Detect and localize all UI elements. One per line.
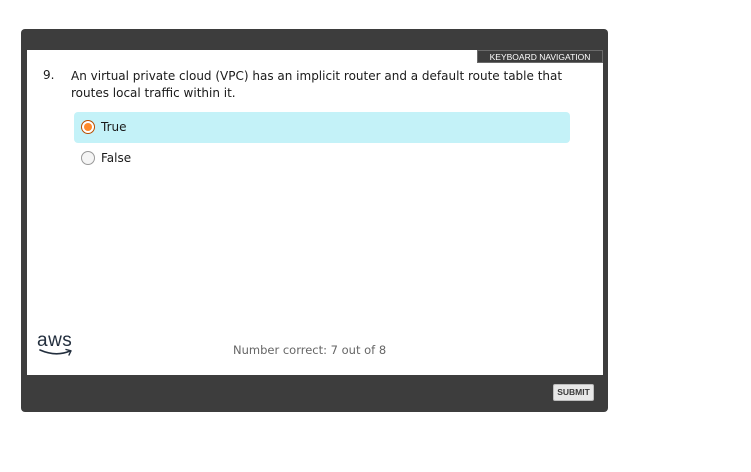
- radio-button-unselected[interactable]: [81, 151, 95, 165]
- answer-option-true[interactable]: True: [74, 112, 570, 143]
- answer-option-label: False: [101, 151, 132, 165]
- keyboard-navigation-button[interactable]: KEYBOARD NAVIGATION: [477, 50, 603, 63]
- aws-logo: aws: [37, 331, 72, 356]
- radio-button-selected[interactable]: [81, 120, 95, 134]
- score-text: Number correct: 7 out of 8: [233, 343, 387, 357]
- answer-option-label: True: [101, 120, 127, 134]
- question-number: 9.: [43, 68, 55, 82]
- question-text: An virtual private cloud (VPC) has an im…: [71, 69, 563, 100]
- submit-button[interactable]: SUBMIT: [553, 384, 594, 401]
- quiz-player-frame: KEYBOARD NAVIGATION 9. An virtual privat…: [21, 29, 608, 412]
- quiz-slide: KEYBOARD NAVIGATION 9. An virtual privat…: [27, 50, 603, 375]
- answer-option-false[interactable]: False: [74, 143, 570, 174]
- aws-smile-icon: [39, 348, 72, 356]
